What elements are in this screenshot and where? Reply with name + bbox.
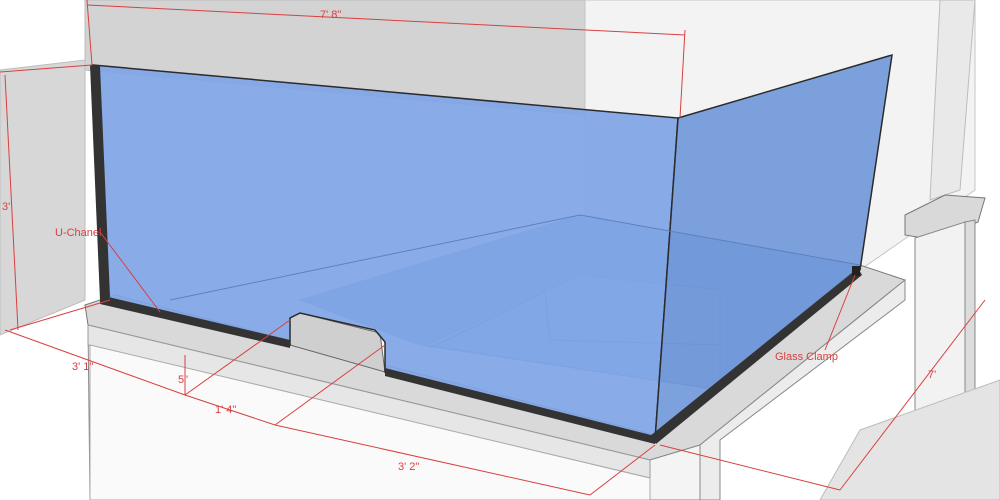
glass-partition-diagram: 7' 8" 3' 3' 1" 5" 1' 4" 3' 2" 7' U-Chane… — [0, 0, 1000, 500]
dim-left-height-label: 3' — [2, 201, 10, 213]
dim-notch-depth-label: 5" — [178, 374, 188, 386]
dim-top-width-label: 7' 8" — [320, 9, 341, 21]
glass-clamp-block — [852, 266, 860, 276]
dim-front-left-label: 3' 1" — [72, 361, 93, 373]
dim-notch-width-label: 1' 4" — [215, 404, 236, 416]
dim-right-depth-label: 7' — [928, 369, 936, 381]
glass-clamp-label: Glass Clamp — [775, 351, 838, 363]
u-channel-label: U-Chanel — [55, 227, 101, 239]
back-wall-left — [0, 59, 86, 336]
dim-front-right-label: 3' 2" — [398, 461, 419, 473]
